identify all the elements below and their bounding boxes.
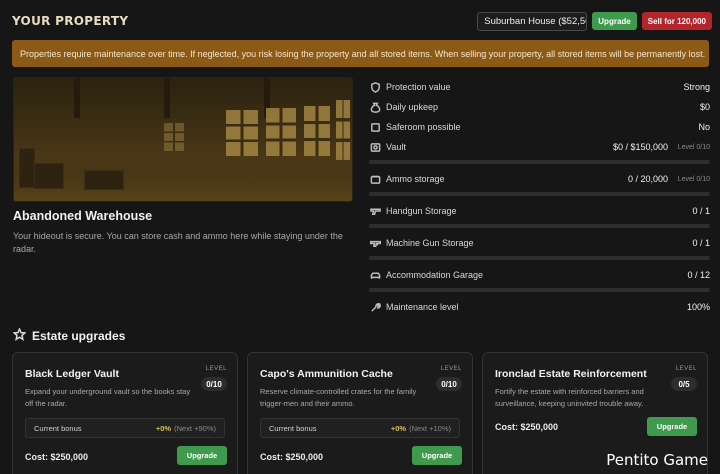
stat-value: 0 / 1 — [692, 206, 710, 216]
stat-label: Ammo storage — [386, 174, 445, 184]
stat-value: $0 / $150,000 — [612, 142, 668, 152]
watermark: Pentito Game — [606, 451, 708, 469]
handgun-progress-bar — [369, 224, 710, 228]
page-title: YOUR PROPERTY — [12, 14, 129, 28]
stat-value: 100% — [686, 302, 710, 312]
upgrade-card-ammo: Capo's Ammunition Cache LEVEL 0/10 Reser… — [247, 352, 473, 474]
property-image — [13, 77, 353, 202]
card-cost: Cost: $250,000 — [260, 452, 324, 462]
machine-gun-progress-bar — [369, 256, 710, 260]
card-level-label: LEVEL — [205, 366, 227, 372]
bonus-value: +0% — [155, 423, 172, 433]
stat-upkeep: Daily upkeep $0 — [369, 97, 710, 117]
pistol-icon — [369, 205, 381, 217]
card-bonus: Current bonus +0% (Next +10%) — [260, 418, 460, 438]
bonus-next: (Next +10%) — [409, 423, 451, 433]
card-cost: Cost: $250,000 — [25, 452, 89, 462]
location-title: Abandoned Warehouse — [13, 209, 153, 223]
stat-vault: Vault $0 / $150,000 Level 0/10 — [369, 137, 710, 157]
star-icon — [12, 327, 27, 344]
stat-value: 0 / 1 — [692, 238, 710, 248]
stat-label: Accommodation Garage — [386, 270, 484, 280]
card-level-label: LEVEL — [440, 366, 462, 372]
header-actions: Suburban House ($52,564) Upgrade Sell fo… — [477, 11, 712, 31]
stat-value: 0 / 12 — [687, 270, 710, 280]
bonus-value: +0% — [390, 423, 407, 433]
card-cost: Cost: $250,000 — [495, 422, 559, 432]
card-level-label: LEVEL — [675, 366, 697, 372]
page-header: YOUR PROPERTY Suburban House ($52,564) U… — [12, 10, 712, 32]
upgrades-heading: Estate upgrades — [12, 327, 126, 344]
card-title: Black Ledger Vault — [25, 368, 119, 380]
stat-label: Machine Gun Storage — [386, 238, 474, 248]
card-level-badge: 0/5 — [671, 377, 697, 391]
stat-label: Vault — [386, 142, 406, 152]
upgrade-vault-button[interactable]: Upgrade — [177, 446, 227, 465]
stat-garage: Accommodation Garage 0 / 12 — [369, 265, 710, 285]
square-icon — [369, 121, 381, 133]
card-title: Ironclad Estate Reinforcement — [495, 368, 647, 380]
upgrade-reinforcement-button[interactable]: Upgrade — [647, 417, 697, 436]
ammo-progress-bar — [369, 192, 710, 196]
upgrade-property-button[interactable]: Upgrade — [592, 12, 637, 30]
property-select[interactable]: Suburban House ($52,564) — [477, 11, 588, 31]
stat-handgun: Handgun Storage 0 / 1 — [369, 201, 710, 221]
card-title: Capo's Ammunition Cache — [260, 368, 393, 380]
maintenance-warning: Properties require maintenance over time… — [12, 40, 709, 67]
card-level-badge: 0/10 — [436, 377, 462, 391]
card-level-badge: 0/10 — [201, 377, 227, 391]
stat-value: Strong — [683, 82, 710, 92]
vault-icon — [369, 141, 381, 153]
location-description: Your hideout is secure. You can store ca… — [13, 231, 343, 254]
card-description: Expand your underground vault so the boo… — [25, 387, 191, 408]
upgrade-card-vault: Black Ledger Vault LEVEL 0/10 Expand you… — [12, 352, 238, 474]
stat-maintenance: Maintenance level 100% — [369, 297, 710, 317]
property-stats: Protection value Strong Daily upkeep $0 … — [369, 77, 710, 317]
wrench-icon — [369, 301, 381, 313]
stat-saferoom: Saferoom possible No — [369, 117, 710, 137]
ammo-icon — [369, 173, 381, 185]
vault-progress-bar — [369, 160, 710, 164]
stat-value: $0 — [699, 102, 710, 112]
machine-gun-icon — [369, 237, 381, 249]
stat-label: Protection value — [386, 82, 451, 92]
sell-property-button[interactable]: Sell for 120,000 — [641, 12, 712, 30]
upgrades-title: Estate upgrades — [32, 329, 126, 343]
card-description: Fortify the estate with reinforced barri… — [495, 387, 644, 408]
shield-icon — [369, 81, 381, 93]
upgrade-ammo-button[interactable]: Upgrade — [412, 446, 462, 465]
bonus-next: (Next +90%) — [174, 423, 216, 433]
stat-value: No — [698, 122, 710, 132]
stat-level: Level 0/10 — [677, 175, 710, 183]
stat-label: Saferoom possible — [386, 122, 461, 132]
stat-machine-gun: Machine Gun Storage 0 / 1 — [369, 233, 710, 253]
car-icon — [369, 269, 381, 281]
bonus-label: Current bonus — [269, 423, 317, 433]
card-bonus: Current bonus +0% (Next +90%) — [25, 418, 225, 438]
bonus-label: Current bonus — [34, 423, 82, 433]
stat-label: Daily upkeep — [386, 102, 439, 112]
stat-level: Level 0/10 — [677, 143, 710, 151]
stat-value: 0 / 20,000 — [627, 174, 668, 184]
stat-ammo: Ammo storage 0 / 20,000 Level 0/10 — [369, 169, 710, 189]
app-frame: YOUR PROPERTY Suburban House ($52,564) U… — [0, 0, 720, 474]
card-description: Reserve climate-controlled crates for th… — [260, 387, 417, 408]
stat-protection: Protection value Strong — [369, 77, 710, 97]
money-bag-icon — [369, 101, 381, 113]
stat-label: Maintenance level — [386, 302, 459, 312]
garage-progress-bar — [369, 288, 710, 292]
stat-label: Handgun Storage — [386, 206, 457, 216]
